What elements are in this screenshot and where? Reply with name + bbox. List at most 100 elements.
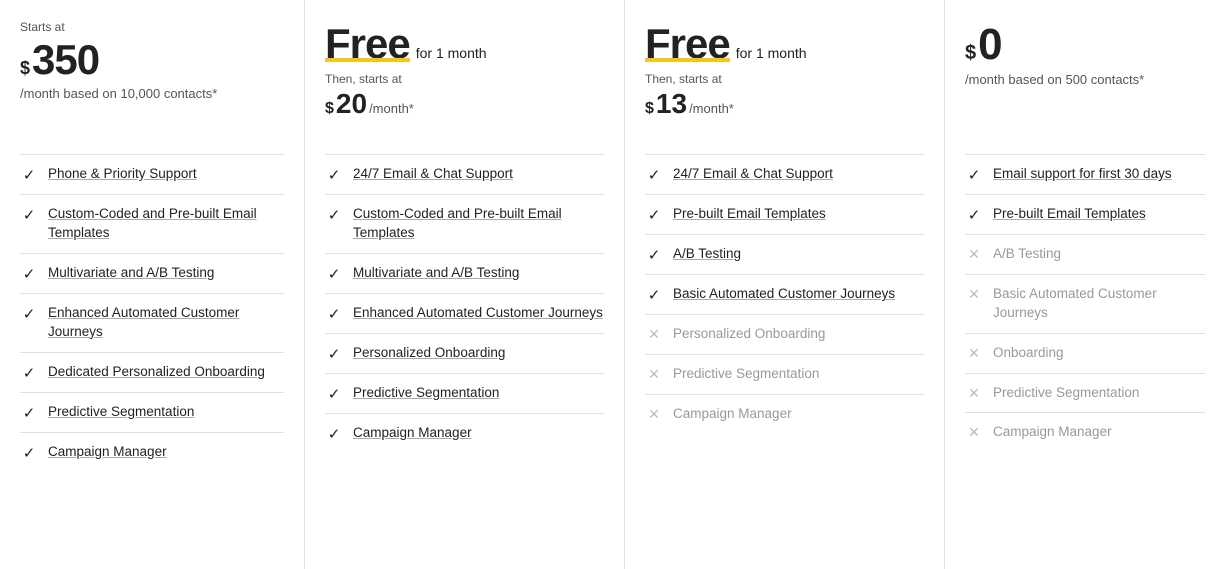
zero-price: 0 [978, 20, 1002, 70]
x-icon: ✕ [965, 286, 983, 303]
feature-text[interactable]: Multivariate and A/B Testing [353, 264, 519, 283]
check-icon: ✓ [325, 305, 343, 323]
list-item: ✓ Basic Automated Customer Journeys [645, 274, 924, 314]
then-period: /month* [369, 101, 414, 116]
price-header-essentials: Free for 1 month Then, starts at $ 13 /m… [645, 20, 924, 130]
check-icon: ✓ [20, 364, 38, 382]
feature-text[interactable]: Pre-built Email Templates [993, 205, 1146, 224]
price-amount: 350 [32, 36, 99, 84]
feature-list-free: ✓ Email support for first 30 days ✓ Pre-… [965, 154, 1205, 452]
price-main: $ 350 [20, 36, 284, 84]
list-item: ✓ Campaign Manager [20, 432, 284, 472]
check-icon: ✓ [325, 345, 343, 363]
check-icon: ✓ [325, 385, 343, 403]
feature-text-disabled: Personalized Onboarding [673, 325, 825, 344]
list-item: ✕ Predictive Segmentation [645, 354, 924, 394]
for-label: for 1 month [416, 45, 487, 61]
feature-text[interactable]: Custom-Coded and Pre-built Email Templat… [48, 205, 284, 243]
feature-text[interactable]: 24/7 Email & Chat Support [353, 165, 513, 184]
check-icon: ✓ [20, 444, 38, 462]
price-header-standard: Free for 1 month Then, starts at $ 20 /m… [325, 20, 604, 130]
list-item: ✕ Campaign Manager [965, 412, 1205, 452]
check-icon: ✓ [20, 206, 38, 224]
check-icon: ✓ [645, 206, 663, 224]
feature-text[interactable]: Predictive Segmentation [353, 384, 499, 403]
x-icon: ✕ [965, 385, 983, 402]
list-item: ✓ Multivariate and A/B Testing [20, 253, 284, 293]
feature-text[interactable]: Predictive Segmentation [48, 403, 194, 422]
feature-text[interactable]: Personalized Onboarding [353, 344, 505, 363]
check-icon: ✓ [645, 286, 663, 304]
starts-at-label: Starts at [20, 20, 284, 34]
list-item: ✓ Custom-Coded and Pre-built Email Templ… [20, 194, 284, 253]
feature-text-disabled: Predictive Segmentation [673, 365, 819, 384]
price-main-free: $ 0 [965, 20, 1205, 70]
feature-text[interactable]: Email support for first 30 days [993, 165, 1172, 184]
zero-dollar: $ [965, 43, 976, 63]
pricing-grid: Starts at $ 350 /month based on 10,000 c… [0, 0, 1225, 569]
feature-text-disabled: Basic Automated Customer Journeys [993, 285, 1205, 323]
feature-text[interactable]: Campaign Manager [353, 424, 472, 443]
free-row: Free for 1 month [325, 20, 604, 68]
list-item: ✓ Enhanced Automated Customer Journeys [20, 293, 284, 352]
feature-list-enterprise: ✓ Phone & Priority Support ✓ Custom-Code… [20, 154, 284, 472]
then-dollar: $ [645, 100, 654, 118]
then-period: /month* [689, 101, 734, 116]
then-dollar: $ [325, 100, 334, 118]
list-item: ✓ Personalized Onboarding [325, 333, 604, 373]
check-icon: ✓ [20, 166, 38, 184]
dollar-sign: $ [20, 59, 30, 77]
feature-text[interactable]: Dedicated Personalized Onboarding [48, 363, 265, 382]
plan-enterprise: Starts at $ 350 /month based on 10,000 c… [0, 0, 305, 569]
check-icon: ✓ [20, 265, 38, 283]
feature-text-disabled: A/B Testing [993, 245, 1061, 264]
check-icon: ✓ [965, 166, 983, 184]
list-item: ✕ Predictive Segmentation [965, 373, 1205, 413]
then-starts-label: Then, starts at [325, 72, 604, 86]
feature-text[interactable]: Phone & Priority Support [48, 165, 197, 184]
price-subtext-free: /month based on 500 contacts* [965, 72, 1205, 87]
x-icon: ✕ [645, 326, 663, 343]
x-icon: ✕ [965, 424, 983, 441]
list-item: ✓ Phone & Priority Support [20, 154, 284, 194]
feature-text[interactable]: Pre-built Email Templates [673, 205, 826, 224]
list-item: ✓ Pre-built Email Templates [645, 194, 924, 234]
then-price: 13 [656, 88, 687, 120]
check-icon: ✓ [325, 425, 343, 443]
price-subtext: /month based on 10,000 contacts* [20, 86, 284, 101]
plan-essentials: Free for 1 month Then, starts at $ 13 /m… [625, 0, 945, 569]
feature-text[interactable]: Multivariate and A/B Testing [48, 264, 214, 283]
feature-text[interactable]: A/B Testing [673, 245, 741, 264]
list-item: ✓ 24/7 Email & Chat Support [325, 154, 604, 194]
feature-text-disabled: Onboarding [993, 344, 1064, 363]
list-item: ✕ Basic Automated Customer Journeys [965, 274, 1205, 333]
check-icon: ✓ [645, 246, 663, 264]
x-icon: ✕ [965, 246, 983, 263]
x-icon: ✕ [645, 366, 663, 383]
feature-text[interactable]: 24/7 Email & Chat Support [673, 165, 833, 184]
for-label: for 1 month [736, 45, 807, 61]
list-item: ✕ A/B Testing [965, 234, 1205, 274]
list-item: ✓ Predictive Segmentation [20, 392, 284, 432]
then-starts-label: Then, starts at [645, 72, 924, 86]
list-item: ✕ Personalized Onboarding [645, 314, 924, 354]
plan-free: $ 0 /month based on 500 contacts* ✓ Emai… [945, 0, 1225, 569]
feature-text[interactable]: Enhanced Automated Customer Journeys [353, 304, 603, 323]
list-item: ✓ A/B Testing [645, 234, 924, 274]
feature-list-standard: ✓ 24/7 Email & Chat Support ✓ Custom-Cod… [325, 154, 604, 453]
price-header-enterprise: Starts at $ 350 /month based on 10,000 c… [20, 20, 284, 130]
feature-text-disabled: Campaign Manager [673, 405, 792, 424]
feature-text-disabled: Campaign Manager [993, 423, 1112, 442]
x-icon: ✕ [645, 406, 663, 423]
feature-text[interactable]: Basic Automated Customer Journeys [673, 285, 895, 304]
feature-text[interactable]: Custom-Coded and Pre-built Email Templat… [353, 205, 604, 243]
list-item: ✓ Enhanced Automated Customer Journeys [325, 293, 604, 333]
feature-text[interactable]: Campaign Manager [48, 443, 167, 462]
then-price-row: $ 20 /month* [325, 88, 604, 120]
check-icon: ✓ [325, 166, 343, 184]
list-item: ✓ Campaign Manager [325, 413, 604, 453]
feature-text-disabled: Predictive Segmentation [993, 384, 1139, 403]
plan-standard: Free for 1 month Then, starts at $ 20 /m… [305, 0, 625, 569]
feature-text[interactable]: Enhanced Automated Customer Journeys [48, 304, 284, 342]
list-item: ✓ Multivariate and A/B Testing [325, 253, 604, 293]
